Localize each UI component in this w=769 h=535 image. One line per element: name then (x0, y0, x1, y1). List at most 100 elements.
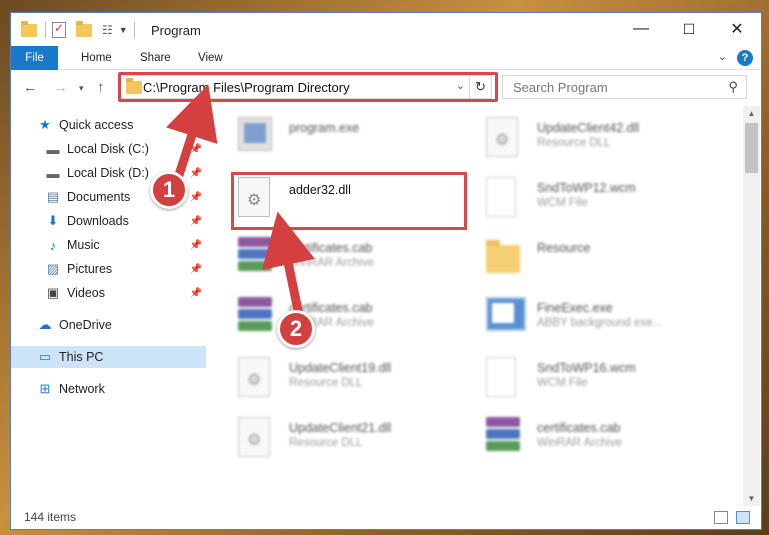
file-type: Resource DLL (289, 377, 363, 389)
sidebar-item-music[interactable]: ♪ Music 📌 (11, 234, 206, 256)
dll-icon (238, 357, 276, 401)
file-type: Resource DLL (537, 137, 611, 149)
pin-icon[interactable]: 📌 (190, 264, 202, 275)
sidebar-item-label: Pictures (67, 262, 113, 276)
pin-icon[interactable]: 📌 (190, 144, 202, 155)
sidebar-item-label: Quick access (59, 118, 134, 132)
folder-icon (21, 20, 37, 37)
file-name: FineExec.exe (537, 301, 613, 315)
close-button[interactable]: ✕ (714, 13, 760, 45)
vertical-scrollbar[interactable]: ▲ ▼ (743, 106, 760, 506)
file-name: UpdateClient19.dll (289, 361, 392, 375)
sidebar-item-videos[interactable]: ▣ Videos 📌 (11, 282, 206, 304)
search-icon[interactable]: ⚲ (728, 79, 738, 95)
drive-icon: ▬ (46, 165, 60, 181)
file-type: Resource DLL (289, 437, 363, 449)
file-name: SndToWP16.wcm (537, 361, 636, 375)
dll-icon (238, 417, 276, 461)
sidebar-item-label: Downloads (67, 214, 129, 228)
pin-icon[interactable]: 📌 (190, 192, 202, 203)
up-arrow-icon[interactable]: ↑ (97, 79, 105, 96)
file-type: WinRAR Archive (537, 437, 622, 449)
details-view-icon[interactable] (714, 511, 728, 524)
recent-locations-chevron-icon[interactable]: ▾ (79, 83, 84, 94)
new-folder-icon[interactable] (76, 20, 92, 37)
winrar-icon (238, 237, 276, 281)
minimize-button[interactable]: — (618, 13, 664, 45)
sidebar-item-onedrive[interactable]: ☁ OneDrive (11, 314, 206, 336)
chevron-down-icon[interactable]: ▼ (119, 25, 128, 35)
winrar-icon (486, 417, 524, 461)
pictures-icon: ▨ (46, 261, 60, 276)
search-placeholder: Search Program (513, 80, 608, 95)
help-icon[interactable]: ? (737, 50, 753, 66)
file-item[interactable]: program.exe (226, 111, 466, 161)
explorer-window: ☷ ▼ Program — ☐ ✕ File Home Share View ⌄… (10, 12, 762, 530)
tab-file[interactable]: File (11, 46, 58, 70)
sidebar-item-label: Documents (67, 190, 131, 204)
pin-icon[interactable]: 📌 (190, 288, 202, 299)
file-type: WCM File (537, 197, 588, 209)
videos-icon: ▣ (46, 285, 60, 300)
properties-icon[interactable] (52, 21, 66, 38)
tab-home[interactable]: Home (81, 46, 112, 70)
large-icons-view-icon[interactable] (736, 511, 750, 524)
divider (45, 22, 46, 38)
exe-icon (238, 117, 276, 161)
dll-icon (486, 117, 524, 161)
tab-share[interactable]: Share (140, 46, 171, 70)
file-item[interactable]: certificates.cab WinRAR Archive (226, 291, 466, 341)
drive-icon: ▬ (46, 141, 60, 157)
sidebar-item-label: Videos (67, 286, 105, 300)
sidebar-item-label: Local Disk (D:) (67, 166, 149, 180)
status-bar: 144 items (11, 506, 761, 529)
document-icon (486, 357, 524, 401)
address-bar-highlight (118, 72, 498, 102)
search-input[interactable]: Search Program ⚲ (502, 75, 747, 99)
sidebar-item-label: OneDrive (59, 318, 112, 332)
sidebar-item-pictures[interactable]: ▨ Pictures 📌 (11, 258, 206, 280)
star-icon: ★ (39, 117, 51, 132)
scroll-up-icon[interactable]: ▲ (743, 106, 760, 121)
maximize-button[interactable]: ☐ (666, 13, 712, 45)
item-count: 144 items (24, 510, 77, 524)
file-highlight (231, 172, 467, 230)
file-item[interactable]: SndToWP12.wcm WCM File (474, 171, 714, 221)
pin-icon[interactable]: 📌 (190, 216, 202, 227)
file-type: WinRAR Archive (289, 257, 374, 269)
file-item[interactable]: UpdateClient42.dll Resource DLL (474, 111, 714, 161)
file-item[interactable]: SndToWP16.wcm WCM File (474, 351, 714, 401)
file-item[interactable]: certificates.cab WinRAR Archive (226, 231, 466, 281)
file-item[interactable]: Resource (474, 231, 714, 281)
sidebar-item-label: Local Disk (C:) (67, 142, 149, 156)
sidebar-item-label: Network (59, 382, 105, 396)
file-item[interactable]: certificates.cab WinRAR Archive (474, 411, 714, 461)
customize-toolbar-icon[interactable]: ☷ (102, 23, 113, 37)
sidebar-item-downloads[interactable]: ⬇ Downloads 📌 (11, 210, 206, 232)
file-item[interactable]: UpdateClient21.dll Resource DLL (226, 411, 466, 461)
sidebar-item-this-pc[interactable]: ▭ This PC (11, 346, 206, 368)
chevron-down-icon[interactable]: ⌄ (718, 50, 727, 63)
cloud-icon: ☁ (38, 317, 52, 332)
scroll-thumb[interactable] (745, 123, 758, 173)
scroll-down-icon[interactable]: ▼ (743, 491, 760, 506)
file-item[interactable]: UpdateClient19.dll Resource DLL (226, 351, 466, 401)
document-icon (486, 177, 524, 221)
pin-icon[interactable]: 📌 (190, 240, 202, 251)
documents-icon: ▤ (46, 189, 60, 204)
sidebar-item-local-disk-c[interactable]: ▬ Local Disk (C:) 📌 (11, 138, 206, 160)
file-list: program.exe UpdateClient42.dll Resource … (216, 106, 741, 501)
file-name: certificates.cab (289, 241, 373, 255)
sidebar-item-label: This PC (59, 350, 104, 364)
download-icon: ⬇ (47, 213, 59, 228)
forward-arrow-icon[interactable]: → (53, 79, 68, 96)
tab-view[interactable]: View (198, 46, 223, 70)
sidebar-item-network[interactable]: ⊞ Network (11, 378, 206, 400)
pin-icon[interactable]: 📌 (190, 168, 202, 179)
file-type: WCM File (537, 377, 588, 389)
file-item[interactable]: FineExec.exe ABBY background exe... (474, 291, 714, 341)
quick-access-toolbar: ☷ ▼ (21, 20, 141, 39)
sidebar-item-quick-access[interactable]: ★ Quick access (11, 114, 206, 136)
back-arrow-icon[interactable]: ← (23, 79, 38, 96)
divider (133, 22, 135, 38)
